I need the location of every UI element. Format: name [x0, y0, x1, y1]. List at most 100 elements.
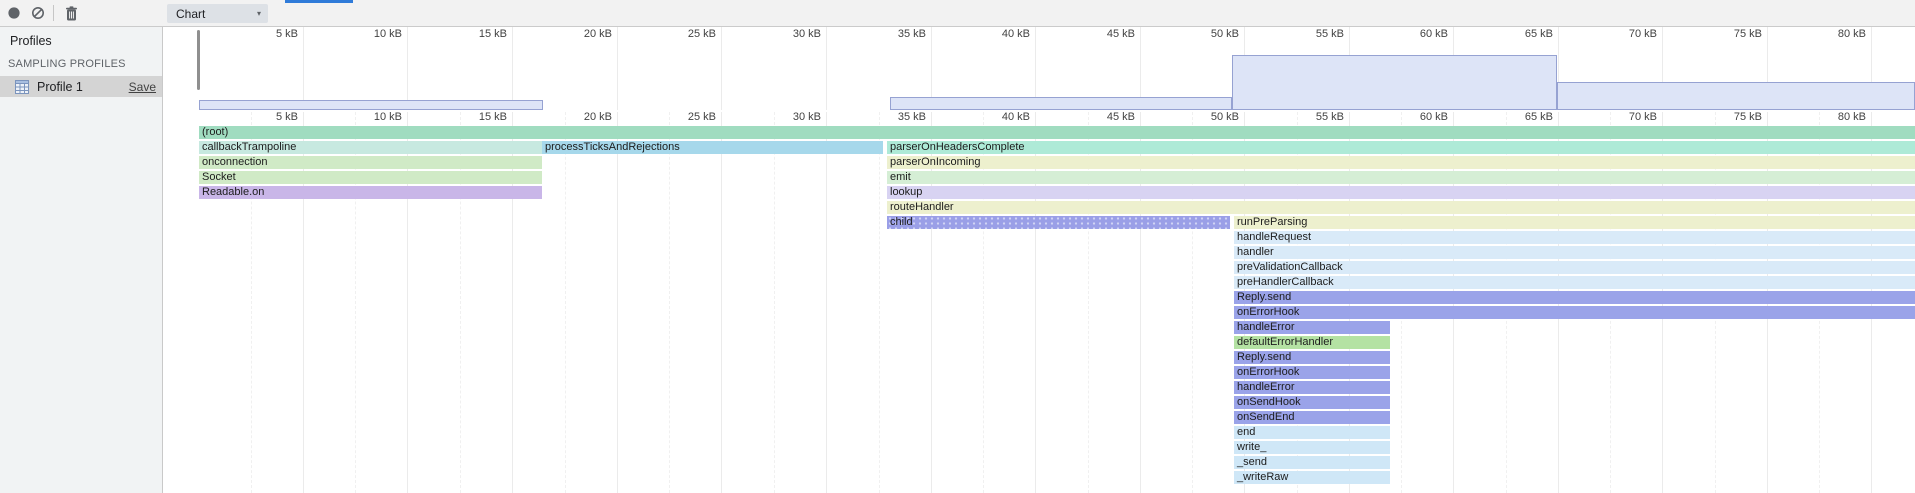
flame-bar-routehandler[interactable]: routeHandler	[887, 201, 1915, 214]
overview-ruler-label: 20 kB	[584, 28, 612, 40]
overview-gridline	[407, 27, 408, 110]
flame-gridline	[931, 112, 932, 493]
flame-gridline	[826, 112, 827, 493]
flame-bar-defaulterrorhandler[interactable]: defaultErrorHandler	[1234, 336, 1390, 349]
flame-ruler-label: 15 kB	[479, 111, 507, 123]
flame-bar-parseronheaderscomplete[interactable]: parserOnHeadersComplete	[887, 141, 1915, 154]
flame-bar-child[interactable]: child	[887, 216, 1230, 229]
flame-gridline	[617, 112, 618, 493]
flame-bar-emit[interactable]: emit	[887, 171, 1915, 184]
flame-bar-callbacktrampoline[interactable]: callbackTrampoline	[199, 141, 542, 154]
flame-ruler-label: 30 kB	[793, 111, 821, 123]
flame-bar-handler[interactable]: handler	[1234, 246, 1915, 259]
flame-ruler-label: 45 kB	[1107, 111, 1135, 123]
overview-segment	[1557, 82, 1915, 110]
flame-gridline	[721, 112, 722, 493]
flame-ruler-label: 80 kB	[1838, 111, 1866, 123]
accent-line	[285, 0, 353, 3]
overview-segment	[890, 97, 1232, 110]
overview-ruler-label: 75 kB	[1734, 28, 1762, 40]
flame-bar-onsendend[interactable]: onSendEnd	[1234, 411, 1390, 424]
flame-bar-handleerror[interactable]: handleError	[1234, 381, 1390, 394]
flame-gridline	[1035, 112, 1036, 493]
flame-gridline-minor	[565, 112, 566, 493]
overview-ruler-label: 65 kB	[1525, 28, 1553, 40]
flame-gridline-minor	[355, 112, 356, 493]
flame-bar-readable-on[interactable]: Readable.on	[199, 186, 542, 199]
flame-ruler-label: 70 kB	[1629, 111, 1657, 123]
overview-ruler-label: 70 kB	[1629, 28, 1657, 40]
overview-segment	[1232, 55, 1557, 110]
flame-ruler-label: 65 kB	[1525, 111, 1553, 123]
flame-bar-parseronincoming[interactable]: parserOnIncoming	[887, 156, 1915, 169]
trash-icon	[65, 6, 78, 21]
overview-ruler-label: 30 kB	[793, 28, 821, 40]
overview-ruler-label: 60 kB	[1420, 28, 1448, 40]
chevron-down-icon: ▾	[257, 9, 261, 18]
flame-bar-write[interactable]: write_	[1234, 441, 1390, 454]
chart-pane: 5 kB5 kB10 kB10 kB15 kB15 kB20 kB20 kB25…	[163, 27, 1915, 493]
clear-button[interactable]	[27, 3, 49, 23]
record-button[interactable]	[3, 3, 25, 23]
flame-gridline-minor	[774, 112, 775, 493]
flame-bar-socket[interactable]: Socket	[199, 171, 542, 184]
flame-bar-handleerror[interactable]: handleError	[1234, 321, 1390, 334]
main-toolbar: Chart ▾	[0, 0, 1915, 27]
flame-bar-writeraw[interactable]: _writeRaw	[1234, 471, 1390, 484]
overview-ruler-label: 25 kB	[688, 28, 716, 40]
overview-ruler-label: 35 kB	[898, 28, 926, 40]
record-icon	[7, 6, 21, 20]
overview-gridline	[826, 27, 827, 110]
flame-gridline	[303, 112, 304, 493]
flame-ruler-label: 10 kB	[374, 111, 402, 123]
overview-ruler-label: 5 kB	[276, 28, 298, 40]
profile-grid-icon	[15, 80, 29, 94]
flame-bar-end[interactable]: end	[1234, 426, 1390, 439]
flame-bar-onerrorhook[interactable]: onErrorHook	[1234, 366, 1390, 379]
flame-ruler-label: 75 kB	[1734, 111, 1762, 123]
flame-gridline-minor	[669, 112, 670, 493]
flame-gridline-minor	[1088, 112, 1089, 493]
view-mode-value: Chart	[167, 7, 205, 21]
flame-bar-onerrorhook[interactable]: onErrorHook	[1234, 306, 1915, 319]
flame-bar-prehandlercallback[interactable]: preHandlerCallback	[1234, 276, 1915, 289]
overview-ruler-label: 40 kB	[1002, 28, 1030, 40]
profile-name: Profile 1	[37, 80, 83, 94]
flame-bar-root[interactable]: (root)	[199, 126, 1915, 139]
profiler-window: Chart ▾ Profiles SAMPLING PROFILES Profi…	[0, 0, 1915, 493]
flame-bar-onconnection[interactable]: onconnection	[199, 156, 542, 169]
overview-gridline	[617, 27, 618, 110]
delete-profile-button[interactable]	[60, 3, 82, 23]
toolbar-separator	[53, 5, 54, 21]
overview-segment	[199, 100, 543, 110]
flame-ruler-label: 40 kB	[1002, 111, 1030, 123]
flame-ruler-label: 35 kB	[898, 111, 926, 123]
flame-gridline	[512, 112, 513, 493]
view-mode-select[interactable]: Chart ▾	[167, 4, 268, 23]
flame-bar-reply-send[interactable]: Reply.send	[1234, 351, 1390, 364]
sidebar: Profiles SAMPLING PROFILES Profile 1 Sav…	[0, 27, 163, 493]
overview-scroll-grip[interactable]	[197, 30, 200, 90]
flame-bar-prevalidationcallback[interactable]: preValidationCallback	[1234, 261, 1915, 274]
flame-bar-send[interactable]: _send	[1234, 456, 1390, 469]
flame-gridline-minor	[460, 112, 461, 493]
flame-gridline-minor	[1192, 112, 1193, 493]
save-profile-link[interactable]: Save	[129, 80, 156, 94]
overview-ruler-label: 50 kB	[1211, 28, 1239, 40]
flame-ruler-label: 55 kB	[1316, 111, 1344, 123]
flame-bar-reply-send[interactable]: Reply.send	[1234, 291, 1915, 304]
overview-ruler-label: 15 kB	[479, 28, 507, 40]
flame-gridline-minor	[251, 112, 252, 493]
flame-bar-lookup[interactable]: lookup	[887, 186, 1915, 199]
flame-ruler-label: 50 kB	[1211, 111, 1239, 123]
flame-bar-processticksandrejections[interactable]: processTicksAndRejections	[542, 141, 883, 154]
overview-ruler-label: 45 kB	[1107, 28, 1135, 40]
flame-bar-runpreparsing[interactable]: runPreParsing	[1234, 216, 1915, 229]
overview-gridline	[303, 27, 304, 110]
flame-ruler-label: 20 kB	[584, 111, 612, 123]
flame-bar-onsendhook[interactable]: onSendHook	[1234, 396, 1390, 409]
flame-bar-handlerequest[interactable]: handleRequest	[1234, 231, 1915, 244]
flame-gridline	[407, 112, 408, 493]
flame-gridline-minor	[879, 112, 880, 493]
block-icon	[31, 6, 45, 20]
